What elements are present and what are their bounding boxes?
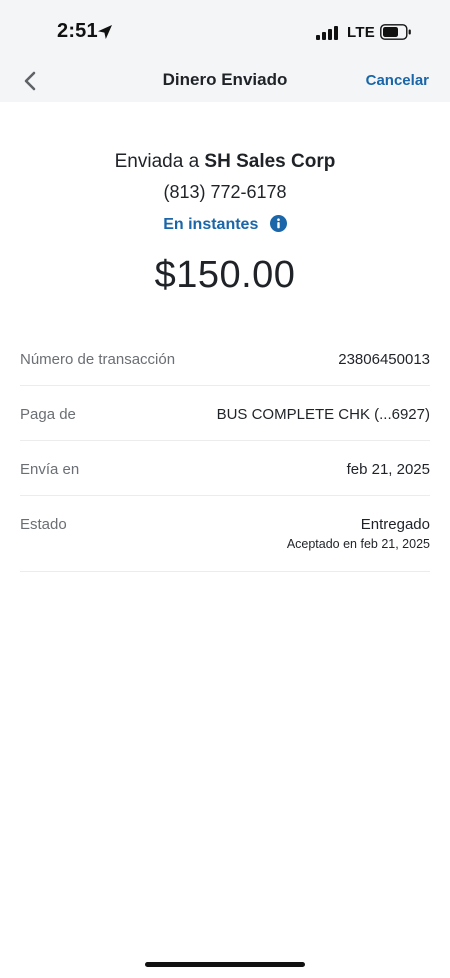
status-accepted-date: Aceptado en feb 21, 2025 [286,537,430,551]
status-time: 2:51 [57,20,98,42]
network-type: LTE [347,24,376,41]
location-arrow-icon [98,25,112,39]
detail-row-status: Estado Entregado Aceptado en feb 21, 202… [20,496,430,572]
info-icon[interactable] [269,215,287,232]
home-indicator [145,962,305,967]
signal-bars-icon [316,26,338,40]
status-value: Entregado [360,516,430,533]
detail-label: Estado [20,516,67,533]
recipient-phone: (813) 772-6178 [163,182,287,202]
detail-label: Paga de [20,406,76,423]
delivery-speed: En instantes [0,215,450,234]
detail-value: 23806450013 [338,351,430,368]
delivery-speed-label: En instantes [163,216,259,233]
detail-row-pay-from: Paga de BUS COMPLETE CHK (...6927) [20,386,430,441]
navigation-bar: Dinero Enviado Cancelar [0,62,450,102]
transaction-details: Número de transacción 23806450013 Paga d… [20,331,430,572]
amount: $150.00 [154,254,296,296]
detail-value: BUS COMPLETE CHK (...6927) [216,406,430,423]
battery-icon [380,24,411,40]
detail-label: Número de transacción [20,351,176,368]
detail-label: Envía en [20,461,80,478]
status-bar: 2:51 LTE [0,0,450,62]
recipient-line: Enviada a SH Sales Corp [0,151,450,173]
sent-to-prefix: Enviada a [114,151,200,172]
detail-row-transaction-number: Número de transacción 23806450013 [20,331,430,386]
detail-row-send-date: Envía en feb 21, 2025 [20,441,430,496]
recipient-name: SH Sales Corp [204,151,336,172]
cancel-button[interactable]: Cancelar [366,72,429,89]
detail-value: feb 21, 2025 [346,461,430,478]
